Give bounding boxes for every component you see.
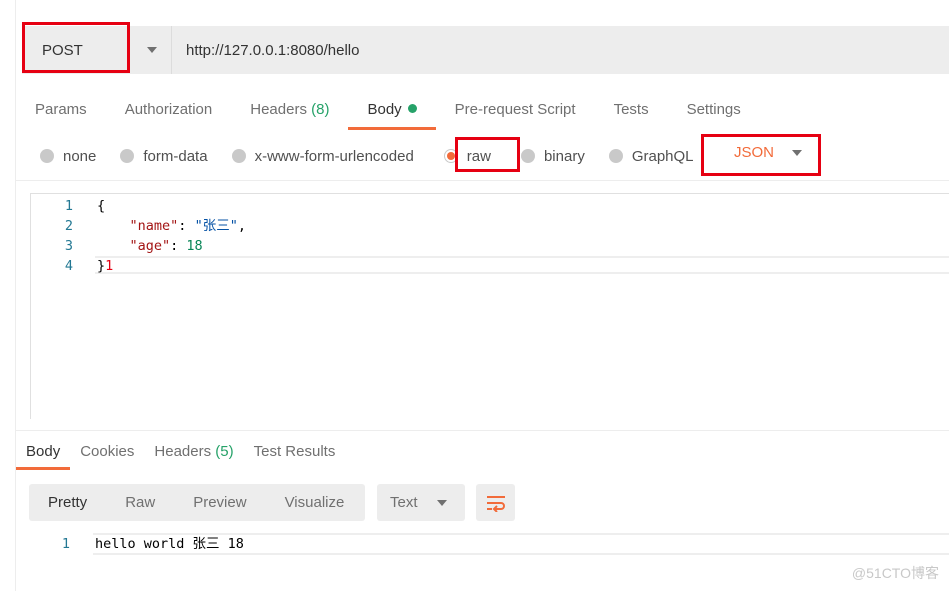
response-type-select[interactable]: Text (377, 484, 465, 521)
response-text: hello world 张三 18 (95, 536, 244, 552)
type-label: Text (390, 494, 418, 511)
radio-label: x-www-form-urlencoded (254, 147, 414, 165)
code-text: "name": "张三", (129, 218, 246, 234)
wrap-lines-icon (486, 495, 505, 512)
wrap-lines-button[interactable] (476, 484, 515, 521)
headers-count: (5) (215, 443, 234, 460)
tab-label: Authorization (124, 101, 213, 118)
tab-label: Params (35, 101, 87, 118)
tab-label: Headers (250, 101, 307, 118)
code-line: 3 "age": 18 (31, 236, 949, 256)
tab-headers[interactable]: Headers (8) (231, 94, 348, 130)
url-input[interactable]: http://127.0.0.1:8080/hello (172, 42, 359, 59)
response-tab-test-results[interactable]: Test Results (244, 436, 346, 470)
response-line: 1 hello world 张三 18 (30, 534, 949, 554)
tab-params[interactable]: Params (16, 94, 106, 130)
radio-icon (608, 149, 623, 163)
radio-label: none (63, 147, 97, 165)
radio-label: GraphQL (631, 147, 694, 165)
brace: } (97, 258, 106, 274)
tab-pre-request-script[interactable]: Pre-request Script (436, 94, 595, 130)
response-tab-cookies[interactable]: Cookies (70, 436, 144, 470)
view-preview-button[interactable]: Preview (174, 484, 265, 521)
request-tabs: Params Authorization Headers (8) Body Pr… (16, 94, 760, 130)
line-number: 3 (64, 238, 73, 254)
code-line: 2 "name": "张三", (31, 216, 949, 236)
tab-label: Tests (613, 101, 649, 118)
tab-label: Body (367, 101, 402, 118)
radio-form-data[interactable]: form-data (120, 147, 208, 165)
tab-label: Body (26, 443, 61, 460)
tab-tests[interactable]: Tests (595, 94, 668, 130)
method-highlight-box (22, 22, 130, 73)
view-pretty-button[interactable]: Pretty (29, 484, 106, 521)
code-text: { (97, 196, 105, 216)
body-indicator-dot (407, 104, 417, 113)
code-line: 4 }1 (31, 256, 949, 276)
line-number: 1 (61, 536, 70, 552)
tab-label: Pre-request Script (454, 101, 576, 118)
response-view-group: Pretty Raw Preview Visualize (29, 484, 365, 521)
tab-label: Test Results (253, 443, 336, 460)
radio-graphql[interactable]: GraphQL (608, 147, 694, 165)
tab-settings[interactable]: Settings (668, 94, 760, 130)
line-number: 2 (64, 218, 73, 234)
body-type-radios: none form-data x-www-form-urlencoded raw… (40, 143, 718, 169)
json-key: "name" (129, 218, 179, 234)
tab-label: Headers (154, 443, 212, 460)
json-highlight-box (701, 134, 821, 176)
code-text: }1 (97, 256, 113, 276)
json-string: "张三" (194, 218, 238, 234)
headers-count: (8) (311, 101, 330, 118)
chevron-down-icon (437, 499, 447, 506)
tab-authorization[interactable]: Authorization (106, 94, 232, 130)
code-line: 1 { (31, 196, 949, 216)
chevron-down-icon (147, 47, 157, 53)
response-tabs: Body Cookies Headers (5) Test Results (16, 436, 345, 470)
error-mark: 1 (105, 258, 114, 274)
response-tab-body[interactable]: Body (16, 436, 71, 470)
body-code-editor[interactable]: 1 { 2 "name": "张三", 3 "age": 18 4 }1 (30, 193, 949, 419)
json-number: 18 (186, 238, 203, 254)
request-url-bar: POST http://127.0.0.1:8080/hello (22, 26, 949, 74)
line-number: 4 (64, 258, 73, 274)
radio-icon (120, 149, 135, 163)
radio-x-www-form-urlencoded[interactable]: x-www-form-urlencoded (231, 147, 414, 165)
tab-label: Settings (686, 101, 741, 118)
left-divider (15, 0, 16, 591)
watermark: @51CTO博客 (851, 565, 939, 581)
radio-icon (231, 149, 246, 163)
brace: { (97, 198, 106, 214)
radio-binary[interactable]: binary (520, 147, 585, 165)
raw-highlight-box (455, 137, 520, 172)
json-key: "age" (129, 238, 171, 254)
response-tab-headers[interactable]: Headers (5) (144, 436, 243, 470)
tab-body[interactable]: Body (348, 94, 436, 130)
radio-label: form-data (143, 147, 208, 165)
tab-label: Cookies (80, 443, 135, 460)
divider (16, 180, 949, 181)
radio-icon (520, 149, 535, 163)
radio-label: binary (543, 147, 585, 165)
radio-none[interactable]: none (40, 148, 96, 165)
divider (16, 430, 949, 431)
line-number: 1 (64, 198, 73, 214)
view-raw-button[interactable]: Raw (106, 484, 174, 521)
view-visualize-button[interactable]: Visualize (266, 484, 364, 521)
code-text: "age": 18 (129, 238, 203, 254)
radio-icon (40, 149, 54, 163)
